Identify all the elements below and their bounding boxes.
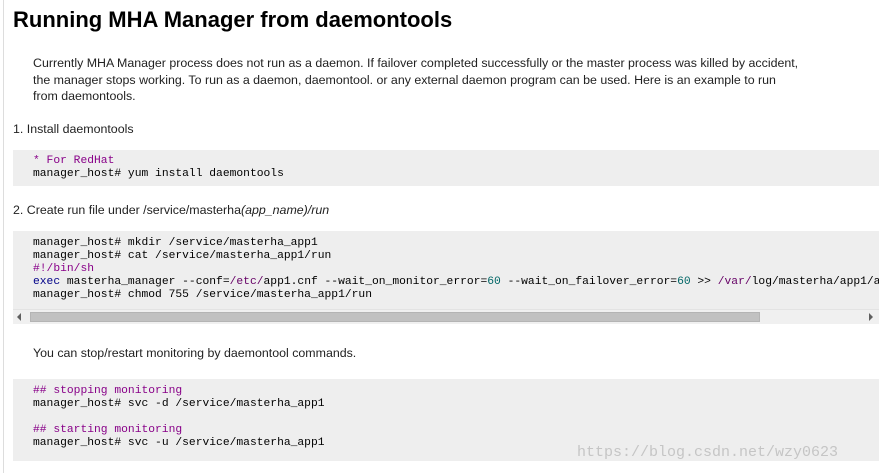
scroll-right-arrow-icon[interactable] xyxy=(869,313,873,321)
step2-heading-italic: (app_name) xyxy=(240,203,308,217)
code-command: svc -u /service/masterha_app1 xyxy=(121,437,325,449)
page-title: Running MHA Manager from daemontools xyxy=(13,7,453,32)
code-prompt: manager_host# xyxy=(33,237,122,249)
code-prompt: manager_host# xyxy=(33,437,122,449)
code-prompt: manager_host# xyxy=(33,250,122,262)
code-comment: ## starting monitoring xyxy=(33,424,183,436)
code-prompt: manager_host# xyxy=(33,398,122,410)
code-prompt: manager_host# xyxy=(33,168,122,180)
code-svc-text: ## stopping monitoring manager_host# svc… xyxy=(13,379,879,450)
code-path: /etc/ xyxy=(229,276,264,288)
step1-heading: 1. Install daemontools xyxy=(13,122,134,136)
scrollbar-thumb[interactable] xyxy=(30,312,760,322)
code-text: masterha_manager --conf= xyxy=(60,276,230,288)
code-command: mkdir /service/masterha_app1 xyxy=(121,237,318,249)
code-command: svc -d /service/masterha_app1 xyxy=(121,398,325,410)
code-install-text: * For RedHat manager_host# yum install d… xyxy=(13,150,879,181)
code-command: cat /service/masterha_app1/run xyxy=(121,250,332,262)
step2-heading-suffix: /run xyxy=(307,203,330,217)
code-command: yum install daemontools xyxy=(121,168,284,180)
step2-heading: 2. Create run file under /service/master… xyxy=(13,203,329,217)
code-path: /var/ xyxy=(717,276,752,288)
step2-heading-prefix: 2. Create run file under /service/master… xyxy=(13,203,241,217)
code-shebang: #!/bin/sh xyxy=(33,263,95,275)
code-prompt: manager_host# xyxy=(33,289,122,301)
code-comment: * For RedHat xyxy=(33,155,115,167)
code-horizontal-scrollbar[interactable] xyxy=(13,309,879,324)
scroll-left-arrow-icon[interactable] xyxy=(17,313,21,321)
code-text: >> xyxy=(690,276,718,288)
watermark: https://blog.csdn.net/wzy0623 xyxy=(577,444,839,461)
code-text: app1.cnf --wait_on_monitor_error= xyxy=(263,276,488,288)
code-text: log/masterha/app1/app1.log 2>&1 xyxy=(751,276,879,288)
code-comment: ## stopping monitoring xyxy=(33,385,183,397)
code-command: chmod 755 /service/masterha_app1/run xyxy=(121,289,372,301)
code-keyword: exec xyxy=(33,276,61,288)
intro-paragraph: Currently MHA Manager process does not r… xyxy=(33,56,799,104)
code-runfile-text: manager_host# mkdir /service/masterha_ap… xyxy=(13,231,879,302)
code-number: 60 xyxy=(487,276,501,288)
code-block-install: * For RedHat manager_host# yum install d… xyxy=(13,150,879,186)
code-text: --wait_on_failover_error= xyxy=(500,276,678,288)
page-left-border xyxy=(3,0,4,473)
code-number: 60 xyxy=(677,276,691,288)
code-block-runfile[interactable]: manager_host# mkdir /service/masterha_ap… xyxy=(13,231,879,309)
stop-restart-paragraph: You can stop/restart monitoring by daemo… xyxy=(33,346,357,360)
